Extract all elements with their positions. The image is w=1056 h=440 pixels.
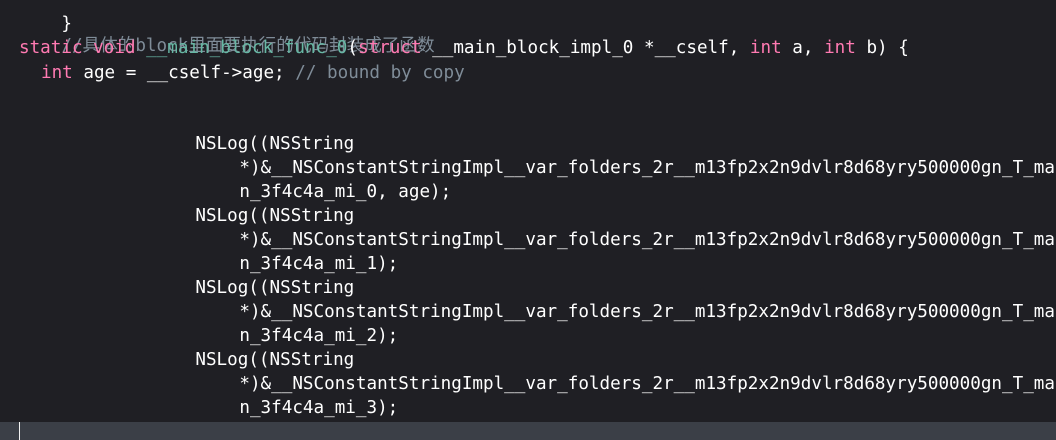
code-line-function-signature: static void __main_block_func_0(struct _… (19, 36, 909, 60)
nslog-args: n_3f4c4a_mi_3); (239, 398, 399, 418)
code-line-nslog-3-end: n_3f4c4a_mi_3); (197, 372, 398, 418)
code-line-nslog-0-end: n_3f4c4a_mi_0, age); (197, 156, 451, 202)
code-line-nslog-1: NSLog((NSString (153, 180, 354, 226)
code-editor[interactable]: } //具体的block里面要执行的代码封装成了函数 static void _… (0, 0, 1056, 422)
code-line-age: int age = __cself->age; // bound by copy (41, 61, 465, 85)
code-line-nslog-2: NSLog((NSString (153, 252, 354, 298)
keyword-static: static (19, 38, 83, 58)
code-line-nslog-3: NSLog((NSString (153, 324, 354, 370)
age-statement: age = __cself->age; (83, 63, 285, 83)
keyword-struct: struct (357, 38, 422, 58)
text-cursor (19, 422, 20, 440)
param-a: a, (792, 38, 814, 58)
keyword-int: int (749, 38, 782, 58)
code-line-nslog-2-string: *)&__NSConstantStringImpl__var_folders_2… (197, 276, 1056, 322)
code-line-close: } (108, 395, 161, 422)
code-line-comment: //具体的block里面要执行的代码封装成了函数 (19, 10, 434, 56)
paren-open: ( (347, 38, 358, 58)
code-line-nslog-0-string: *)&__NSConstantStringImpl__var_folders_2… (197, 132, 1056, 178)
code-line-nslog-3-string: *)&__NSConstantStringImpl__var_folders_2… (197, 348, 1056, 394)
code-line-nslog-0: NSLog((NSString (153, 108, 354, 154)
function-name: __main_block_func_0 (146, 38, 348, 58)
keyword-int: int (41, 63, 73, 83)
param-b: b) { (866, 38, 909, 58)
bound-comment: // bound by copy (295, 63, 465, 83)
param-type: __main_block_impl_0 *__cself, (432, 38, 740, 58)
code-line-nslog-2-end: n_3f4c4a_mi_2); (197, 300, 398, 346)
keyword-int: int (824, 38, 856, 58)
editor-bottom-bar (0, 422, 1056, 440)
code-line-nslog-1-end: n_3f4c4a_mi_1); (197, 228, 398, 274)
code-line-nslog-1-string: *)&__NSConstantStringImpl__var_folders_2… (197, 204, 1056, 250)
keyword-void: void (93, 38, 136, 58)
